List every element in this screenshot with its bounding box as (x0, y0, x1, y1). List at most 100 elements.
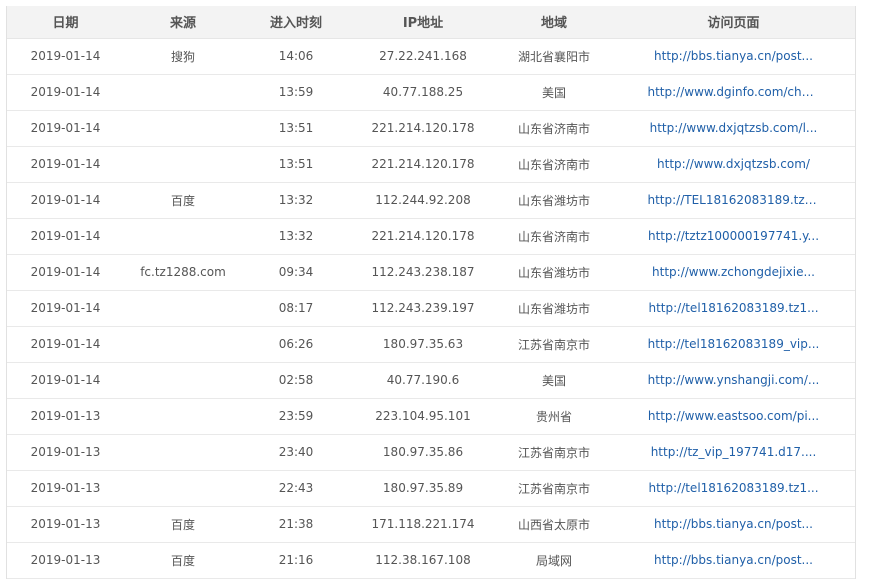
cell-region: 山东省济南市 (496, 110, 612, 147)
cell-date: 2019-01-14 (7, 254, 124, 291)
cell-source (124, 470, 242, 507)
cell-date: 2019-01-14 (7, 362, 124, 399)
page-link-text[interactable]: http://www.dxjqtzsb.com/ (657, 157, 810, 171)
cell-source (124, 326, 242, 363)
cell-region: 山东省潍坊市 (496, 290, 612, 327)
cell-page-link[interactable]: http://bbs.tianya.cn/post... (612, 506, 855, 543)
cell-date: 2019-01-14 (7, 290, 124, 327)
cell-ip: 112.243.238.187 (350, 254, 496, 291)
header-date: 日期 (7, 6, 124, 39)
cell-source: fc.tz1288.com (124, 254, 242, 291)
cell-page-link[interactable]: http://www.eastsoo.com/pi... (612, 398, 855, 435)
page-link-text[interactable]: http://tel18162083189.tz1... (648, 481, 818, 495)
cell-ip: 221.214.120.178 (350, 110, 496, 147)
page-link-text[interactable]: http://bbs.tianya.cn/post... (654, 517, 813, 531)
cell-page-link[interactable]: http://tztz100000197741.y... (612, 218, 855, 255)
visit-log-table: 日期 来源 进入时刻 IP地址 地域 访问页面 2019-01-14 搜狗 14:0… (7, 6, 855, 579)
cell-entry-time: 02:58 (242, 362, 350, 399)
cell-date: 2019-01-13 (7, 542, 124, 579)
header-entry-time: 进入时刻 (242, 6, 350, 39)
cell-region: 美国 (496, 362, 612, 399)
cell-page-link[interactable]: http://bbs.tianya.cn/post... (612, 542, 855, 579)
cell-page-link[interactable]: http://www.dxjqtzsb.com/ (612, 146, 855, 183)
table-row: 2019-01-13 22:43 180.97.35.89 江苏省南京市 http://… (7, 470, 855, 507)
table-body: 2019-01-14 搜狗 14:06 27.22.241.168 湖北省襄阳市 http… (7, 38, 855, 579)
cell-ip: 223.104.95.101 (350, 398, 496, 435)
visit-log-table-container: 日期 来源 进入时刻 IP地址 地域 访问页面 2019-01-14 搜狗 14:0… (6, 6, 856, 579)
cell-entry-time: 23:59 (242, 398, 350, 435)
cell-page-link[interactable]: http://tel18162083189.tz1... (612, 290, 855, 327)
cell-region: 贵州省 (496, 398, 612, 435)
page-link-text[interactable]: http://www.dginfo.com/cha... (648, 85, 820, 99)
cell-ip: 221.214.120.178 (350, 146, 496, 183)
cell-date: 2019-01-13 (7, 434, 124, 471)
cell-date: 2019-01-14 (7, 110, 124, 147)
cell-date: 2019-01-14 (7, 74, 124, 111)
cell-source (124, 218, 242, 255)
cell-region: 江苏省南京市 (496, 434, 612, 471)
cell-entry-time: 21:16 (242, 542, 350, 579)
page-link-text[interactable]: http://www.dxjqtzsb.com/l... (650, 121, 818, 135)
cell-date: 2019-01-14 (7, 218, 124, 255)
page-link-text[interactable]: http://bbs.tianya.cn/post... (654, 553, 813, 567)
cell-entry-time: 13:51 (242, 146, 350, 183)
table-row: 2019-01-14 13:51 221.214.120.178 山东省济南市 http… (7, 110, 855, 147)
table-header: 日期 来源 进入时刻 IP地址 地域 访问页面 (7, 6, 855, 39)
page-link-text[interactable]: http://www.eastsoo.com/pi... (648, 409, 819, 423)
cell-page-link[interactable]: http://tel18162083189.tz1... (612, 470, 855, 507)
cell-source: 百度 (124, 506, 242, 543)
cell-source (124, 398, 242, 435)
page-link-text[interactable]: http://www.zchongdejixie... (652, 265, 815, 279)
cell-page-link[interactable]: http://tel18162083189_vip... (612, 326, 855, 363)
cell-page-link[interactable]: http://www.dxjqtzsb.com/l... (612, 110, 855, 147)
page-link-text[interactable]: http://tz_vip_197741.d17.... (651, 445, 817, 459)
header-row: 日期 来源 进入时刻 IP地址 地域 访问页面 (7, 6, 855, 39)
cell-region: 山东省济南市 (496, 146, 612, 183)
table-row: 2019-01-14 06:26 180.97.35.63 江苏省南京市 http://… (7, 326, 855, 363)
cell-date: 2019-01-14 (7, 182, 124, 219)
cell-source (124, 146, 242, 183)
table-row: 2019-01-14 02:58 40.77.190.6 美国 http://www.y… (7, 362, 855, 399)
cell-page-link[interactable]: http://www.ynshangji.com/... (612, 362, 855, 399)
cell-page-link[interactable]: http://TEL18162083189.tz1... (612, 182, 855, 219)
page-link-text[interactable]: http://tztz100000197741.y... (648, 229, 819, 243)
cell-date: 2019-01-13 (7, 506, 124, 543)
header-region: 地域 (496, 6, 612, 39)
table-row: 2019-01-14 搜狗 14:06 27.22.241.168 湖北省襄阳市 http… (7, 38, 855, 75)
cell-entry-time: 06:26 (242, 326, 350, 363)
cell-date: 2019-01-14 (7, 38, 124, 75)
cell-entry-time: 13:51 (242, 110, 350, 147)
cell-ip: 40.77.190.6 (350, 362, 496, 399)
cell-date: 2019-01-13 (7, 470, 124, 507)
cell-page-link[interactable]: http://bbs.tianya.cn/post... (612, 38, 855, 75)
header-page: 访问页面 (612, 6, 855, 39)
page-link-text[interactable]: http://TEL18162083189.tz1... (648, 193, 820, 207)
cell-ip: 221.214.120.178 (350, 218, 496, 255)
page-link-text[interactable]: http://tel18162083189.tz1... (648, 301, 818, 315)
table-row: 2019-01-14 fc.tz1288.com 09:34 112.243.238.… (7, 254, 855, 291)
page-link-text[interactable]: http://bbs.tianya.cn/post... (654, 49, 813, 63)
table-row: 2019-01-14 百度 13:32 112.244.92.208 山东省潍坊市 htt… (7, 182, 855, 219)
cell-date: 2019-01-14 (7, 326, 124, 363)
cell-region: 江苏省南京市 (496, 470, 612, 507)
table-row: 2019-01-13 百度 21:38 171.118.221.174 山西省太原市 ht… (7, 506, 855, 543)
cell-region: 山东省济南市 (496, 218, 612, 255)
page-link-text[interactable]: http://www.ynshangji.com/... (648, 373, 820, 387)
cell-entry-time: 22:43 (242, 470, 350, 507)
cell-ip: 180.97.35.86 (350, 434, 496, 471)
table-row: 2019-01-13 23:40 180.97.35.86 江苏省南京市 http://… (7, 434, 855, 471)
cell-page-link[interactable]: http://www.zchongdejixie... (612, 254, 855, 291)
page-link-text[interactable]: http://tel18162083189_vip... (648, 337, 820, 351)
cell-page-link[interactable]: http://www.dginfo.com/cha... (612, 74, 855, 111)
cell-ip: 112.244.92.208 (350, 182, 496, 219)
header-source: 来源 (124, 6, 242, 39)
cell-ip: 171.118.221.174 (350, 506, 496, 543)
cell-source: 百度 (124, 182, 242, 219)
cell-source (124, 434, 242, 471)
cell-region: 山东省潍坊市 (496, 182, 612, 219)
table-row: 2019-01-13 百度 21:16 112.38.167.108 局域网 http:/… (7, 542, 855, 579)
cell-page-link[interactable]: http://tz_vip_197741.d17.... (612, 434, 855, 471)
cell-ip: 112.38.167.108 (350, 542, 496, 579)
cell-ip: 40.77.188.25 (350, 74, 496, 111)
cell-date: 2019-01-13 (7, 398, 124, 435)
